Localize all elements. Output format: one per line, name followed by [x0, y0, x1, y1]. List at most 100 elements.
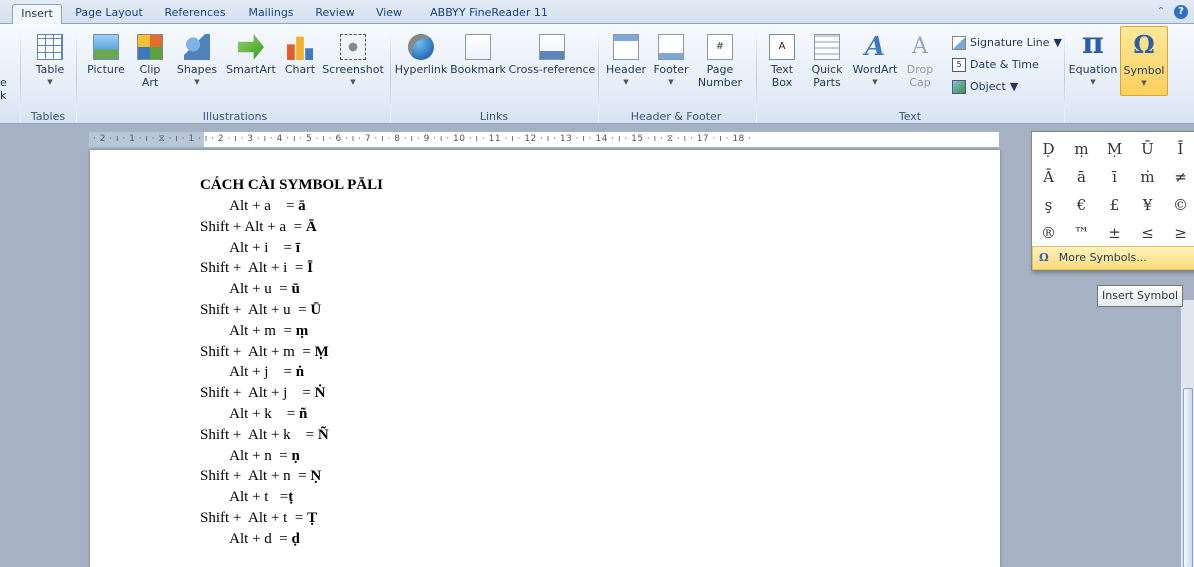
shortcut-text: Alt + j = [200, 364, 296, 381]
dropdown-arrow-icon: ▼ [1141, 79, 1147, 87]
document-line: Alt + t =ṭ [200, 487, 383, 508]
symbol-cell[interactable]: ī [1098, 162, 1131, 192]
pali-symbol: ū [291, 281, 300, 298]
clip-art-icon [137, 34, 163, 60]
chart-icon [287, 36, 313, 60]
footer-button[interactable]: Footer ▼ [650, 34, 692, 89]
signature-line-button[interactable]: Signature Line ▼ [952, 34, 1062, 52]
symbol-cell[interactable]: Ī [1164, 134, 1194, 164]
insert-symbol-tooltip: Insert Symbol [1097, 285, 1184, 307]
tab-page-layout[interactable]: Page Layout [70, 4, 148, 24]
drop-cap-label: Drop Cap [906, 63, 934, 89]
group-separator [756, 30, 757, 122]
tab-view[interactable]: View [372, 4, 406, 24]
shapes-icon [184, 34, 210, 60]
symbol-cell[interactable]: Ṃ [1098, 134, 1131, 164]
hyperlink-button[interactable]: Hyperlink [394, 34, 448, 76]
symbol-cell[interactable]: ¥ [1131, 190, 1164, 220]
pali-symbol: ṅ [295, 364, 305, 381]
symbol-cell[interactable]: ≠ [1164, 162, 1194, 192]
symbol-cell[interactable]: Ḍ [1032, 134, 1065, 164]
picture-button[interactable]: Picture [84, 34, 128, 76]
symbol-cell[interactable]: £ [1098, 190, 1131, 220]
table-icon [37, 34, 63, 60]
tab-review[interactable]: Review [310, 4, 360, 24]
document-line: Alt + k = ñ [200, 404, 383, 425]
tab-mailings[interactable]: Mailings [242, 4, 300, 24]
shortcut-text: Alt + a = [200, 198, 299, 214]
symbol-cell[interactable]: ṃ [1065, 134, 1098, 164]
quick-parts-icon [814, 34, 840, 60]
signature-line-icon [952, 36, 966, 50]
more-symbols-menu-item[interactable]: Ω More Symbols... [1032, 246, 1194, 270]
symbol-cell[interactable]: ṁ [1131, 162, 1164, 192]
group-label-text: Text [898, 110, 922, 123]
bookmark-button[interactable]: Bookmark [450, 34, 506, 76]
symbol-cell[interactable]: ā [1065, 162, 1098, 192]
symbol-cell[interactable]: ≥ [1164, 218, 1194, 248]
tab-insert[interactable]: Insert [12, 4, 62, 25]
wordart-button[interactable]: A WordArt ▼ [850, 34, 900, 89]
document-line: Shift + Alt + i = Ī [200, 258, 383, 279]
shortcut-text: Shift + Alt + m = [200, 343, 315, 360]
shapes-button[interactable]: Shapes ▼ [174, 34, 220, 89]
cut-off-button[interactable]: e k [0, 76, 14, 102]
table-button[interactable]: Table ▼ [30, 34, 70, 89]
page-number-button[interactable]: # Page Number [696, 34, 744, 89]
smartart-icon [238, 34, 264, 60]
scrollbar-thumb[interactable] [1183, 388, 1193, 567]
quick-parts-button[interactable]: Quick Parts [806, 34, 848, 89]
shortcut-text: Shift + Alt + k = [200, 426, 318, 443]
cross-reference-button[interactable]: Cross-reference [506, 34, 598, 76]
tab-abbyy-finereader[interactable]: ABBYY FineReader 11 [424, 4, 554, 24]
shortcut-text: Alt + m = [200, 322, 296, 339]
symbol-cell[interactable]: ™ [1065, 218, 1098, 248]
help-icon[interactable]: ? [1174, 5, 1188, 19]
document-line: Shift + Alt + t = Ṭ [200, 508, 383, 529]
dropdown-arrow-icon: ▼ [47, 78, 53, 86]
drop-cap-button[interactable]: A Drop Cap [902, 34, 938, 89]
object-button[interactable]: Object ▼ [952, 78, 1018, 96]
tab-references[interactable]: References [158, 4, 232, 24]
chart-button[interactable]: Chart [282, 34, 318, 76]
cross-reference-icon [539, 34, 565, 60]
screenshot-icon [340, 34, 366, 60]
header-button[interactable]: Header ▼ [602, 34, 650, 89]
equation-button[interactable]: π Equation ▼ [1068, 29, 1118, 89]
symbol-cell[interactable]: ® [1032, 218, 1065, 248]
group-label-header-footer: Header & Footer [630, 110, 722, 123]
symbol-cell[interactable]: Ū [1131, 134, 1164, 164]
shortcut-text: Alt + u = [200, 281, 292, 298]
vertical-scrollbar[interactable] [1180, 300, 1194, 567]
document-line: Alt + m = ṃ [200, 321, 383, 342]
symbol-cell[interactable]: ± [1098, 218, 1131, 248]
wordart-label: WordArt [852, 63, 898, 76]
pali-symbol: ṇ [291, 447, 300, 464]
pali-symbol: Ī [307, 260, 313, 277]
symbol-cell[interactable]: ≤ [1131, 218, 1164, 248]
pali-symbol: ñ [299, 405, 308, 422]
object-icon [952, 80, 966, 94]
horizontal-ruler[interactable]: · 2 · ı · 1 · ı · ⧖ · ı · 1 · ı · 2 · ı … [88, 131, 1000, 148]
symbol-cell[interactable]: © [1164, 190, 1194, 220]
dropdown-arrow-icon: ▼ [872, 78, 878, 86]
tab-bar-controls: ⌃ ? [1154, 5, 1188, 19]
minimize-ribbon-icon[interactable]: ⌃ [1154, 5, 1168, 19]
symbol-cell[interactable]: € [1065, 190, 1098, 220]
text-box-button[interactable]: A Text Box [762, 34, 802, 89]
shortcut-text: Shift + Alt + a = [200, 218, 306, 235]
hyperlink-icon [408, 34, 434, 60]
clip-art-button[interactable]: Clip Art [132, 34, 168, 89]
group-label-tables: Tables [30, 110, 66, 123]
symbol-button[interactable]: Ω Symbol ▼ [1120, 26, 1168, 96]
date-time-button[interactable]: 5 Date & Time [952, 56, 1039, 74]
smartart-button[interactable]: SmartArt [222, 34, 280, 76]
pali-symbol: ṃ [295, 322, 309, 339]
symbol-cell[interactable]: ş [1032, 190, 1065, 220]
screenshot-button[interactable]: Screenshot ▼ [320, 34, 386, 89]
header-label: Header [605, 63, 647, 76]
document-body[interactable]: CÁCH CÀI SYMBOL PĀLI Alt + a = ā Shift + … [200, 175, 383, 550]
document-lines: Alt + a = ā Shift + Alt + a = Ā Alt + i =… [200, 196, 383, 550]
shapes-label: Shapes [176, 63, 218, 76]
symbol-cell[interactable]: Ā [1032, 162, 1065, 192]
